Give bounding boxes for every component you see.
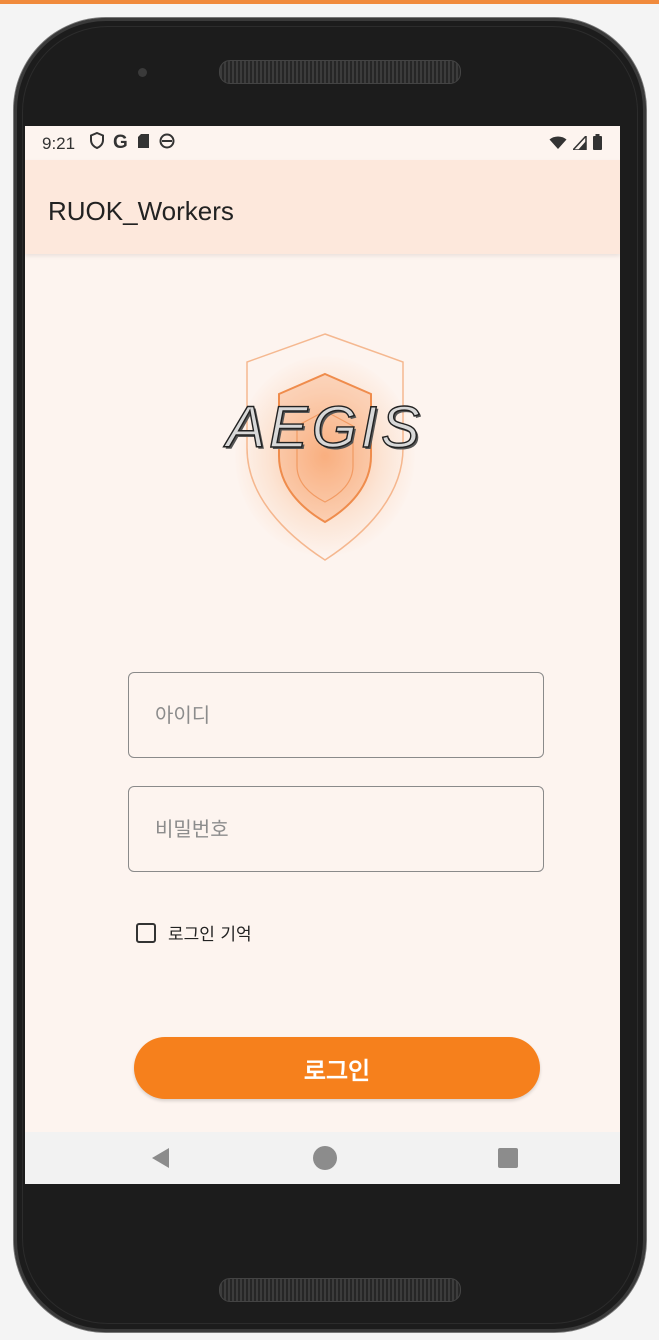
aegis-logo: AEGIS <box>175 316 475 576</box>
home-icon[interactable] <box>313 1146 337 1170</box>
front-camera <box>138 68 147 77</box>
logo-wordmark: AEGIS <box>226 394 424 460</box>
id-field[interactable] <box>128 672 544 758</box>
back-icon[interactable] <box>151 1147 171 1173</box>
status-notification-icons: G <box>90 131 175 154</box>
recent-apps-icon[interactable] <box>498 1148 518 1168</box>
remember-login-label[interactable]: 로그인 기억 <box>168 920 252 945</box>
android-icon <box>159 133 175 154</box>
app-bar: RUOK_Workers <box>25 160 620 254</box>
id-input[interactable] <box>129 673 543 757</box>
remember-login-row[interactable]: 로그인 기억 <box>136 920 252 945</box>
password-field[interactable] <box>128 786 544 872</box>
google-g-icon: G <box>113 132 128 153</box>
status-bar: 9:21 G <box>25 126 620 160</box>
app-title: RUOK_Workers <box>48 196 234 226</box>
bottom-speaker <box>219 1278 461 1302</box>
sd-card-icon <box>137 133 150 154</box>
wifi-icon <box>549 135 567 155</box>
window-top-accent-bar <box>0 0 659 4</box>
earpiece-speaker <box>219 60 461 84</box>
password-input[interactable] <box>129 787 543 871</box>
status-time: 9:21 <box>42 134 76 153</box>
system-nav-bar <box>25 1132 620 1184</box>
device-screen: 9:21 G RUOK_Workers AEGIS 아이디 로그인 기억 로그인 <box>25 126 620 1184</box>
shield-outline-icon <box>90 131 104 154</box>
status-system-icons <box>549 133 602 155</box>
login-button[interactable]: 로그인 <box>134 1037 540 1099</box>
remember-login-checkbox[interactable] <box>136 922 156 943</box>
signal-icon <box>571 133 587 155</box>
battery-icon <box>593 134 602 155</box>
